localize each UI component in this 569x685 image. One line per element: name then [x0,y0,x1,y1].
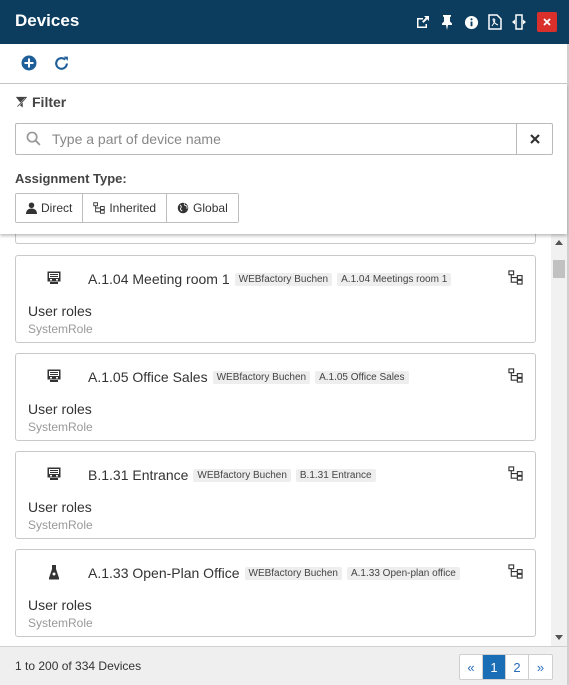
device-name: B.1.31 Entrance [88,467,189,483]
footer: 1 to 200 of 334 Devices « 1 2 » [0,646,567,685]
device-tag: B.1.31 Entrance [295,468,376,482]
hierarchy-icon[interactable] [508,466,523,486]
assignment-type-group: Direct Inherited Global [15,193,239,223]
device-panel-icon [46,368,62,389]
assignment-global-button[interactable]: Global [167,194,238,222]
scroll-thumb[interactable] [553,260,565,278]
add-circle-icon [21,55,37,71]
clear-search-button[interactable] [516,124,552,154]
refresh-icon [55,56,68,70]
role-type: SystemRole [28,420,93,434]
assignment-option-label: Inherited [109,201,157,215]
device-tag: WEBfactory Buchen [193,468,291,482]
role-type: SystemRole [28,518,93,532]
search-box [15,123,553,155]
pin-icon[interactable] [435,11,459,33]
devices-panel: Devices A.1.04 Meeting room 1 WEBfactory… [0,0,569,685]
globe-icon [177,202,189,214]
pager-page-1[interactable]: 1 [483,655,506,679]
device-lamp-icon [46,564,62,585]
title-bar: Devices [0,0,569,44]
device-list: A.1.04 Meeting room 1 WEBfactory Buchen … [0,234,550,646]
device-card[interactable]: A.1.05 Office Sales WEBfactory Buchen A.… [15,353,536,441]
hierarchy-icon[interactable] [508,564,523,584]
add-button[interactable] [21,55,39,73]
user-icon [26,202,37,214]
filter-toggle[interactable]: Filter [15,94,66,110]
hierarchy-icon[interactable] [508,270,523,290]
popout-icon[interactable] [411,11,435,33]
pager-page-2[interactable]: 2 [506,655,529,679]
device-panel-icon [46,270,62,291]
filter-label: Filter [32,94,67,110]
filter-panel: Filter Assignment Type: Direct [0,84,567,234]
pager-next-button[interactable]: » [529,655,552,679]
role-type: SystemRole [28,322,93,336]
close-icon [529,134,540,144]
assignment-direct-button[interactable]: Direct [16,194,84,222]
device-tag: A.1.05 Office Sales [315,370,409,384]
role-label: User roles [28,401,92,417]
pager-prev-button[interactable]: « [460,655,483,679]
device-name-row: A.1.04 Meeting room 1 WEBfactory Buchen … [88,271,452,287]
device-tag: WEBfactory Buchen [234,272,333,286]
device-tag: WEBfactory Buchen [244,566,342,580]
refresh-button[interactable] [53,55,71,73]
hierarchy-icon[interactable] [508,368,523,388]
close-icon [543,18,551,26]
role-label: User roles [28,303,92,319]
result-count: 1 to 200 of 334 Devices [15,659,142,673]
search-input[interactable] [52,128,512,150]
device-card[interactable]: A.1.04 Meeting room 1 WEBfactory Buchen … [15,255,536,343]
assignment-option-label: Global [193,201,228,215]
device-panel-icon [46,466,62,487]
device-name-row: A.1.05 Office Sales WEBfactory Buchen A.… [88,369,409,385]
scroll-down-arrow-icon[interactable] [555,635,563,640]
device-tag: A.1.33 Open-plan office [346,566,460,580]
device-tag: WEBfactory Buchen [212,370,311,384]
toolbar [0,44,567,84]
pagination: « 1 2 » [459,654,553,680]
device-name-row: A.1.33 Open-Plan Office WEBfactory Buche… [88,565,460,581]
role-label: User roles [28,597,92,613]
device-name: A.1.33 Open-Plan Office [88,565,240,581]
list-scrollbar[interactable] [551,234,567,646]
assignment-type-label: Assignment Type: [15,171,127,186]
pdf-icon[interactable] [483,11,507,33]
title-bar-actions [411,11,557,33]
device-name: A.1.05 Office Sales [88,369,208,385]
info-icon[interactable] [459,11,483,33]
device-name-row: B.1.31 Entrance WEBfactory Buchen B.1.31… [88,467,376,483]
role-label: User roles [28,499,92,515]
resize-icon[interactable] [507,11,531,33]
assignment-inherited-button[interactable]: Inherited [83,194,168,222]
assignment-option-label: Direct [41,201,73,215]
close-button[interactable] [537,12,557,32]
device-card[interactable]: B.1.31 Entrance WEBfactory Buchen B.1.31… [15,451,536,539]
device-tag: A.1.04 Meetings room 1 [337,272,452,286]
device-name: A.1.04 Meeting room 1 [88,271,230,287]
device-card[interactable]: A.1.33 Open-Plan Office WEBfactory Buche… [15,549,536,637]
window-title: Devices [15,11,80,30]
list-item-partial[interactable] [15,234,536,244]
role-type: SystemRole [28,616,93,630]
hierarchy-icon [93,202,106,214]
scroll-up-arrow-icon[interactable] [555,240,563,245]
filter-icon [15,96,28,107]
search-icon [26,131,41,151]
